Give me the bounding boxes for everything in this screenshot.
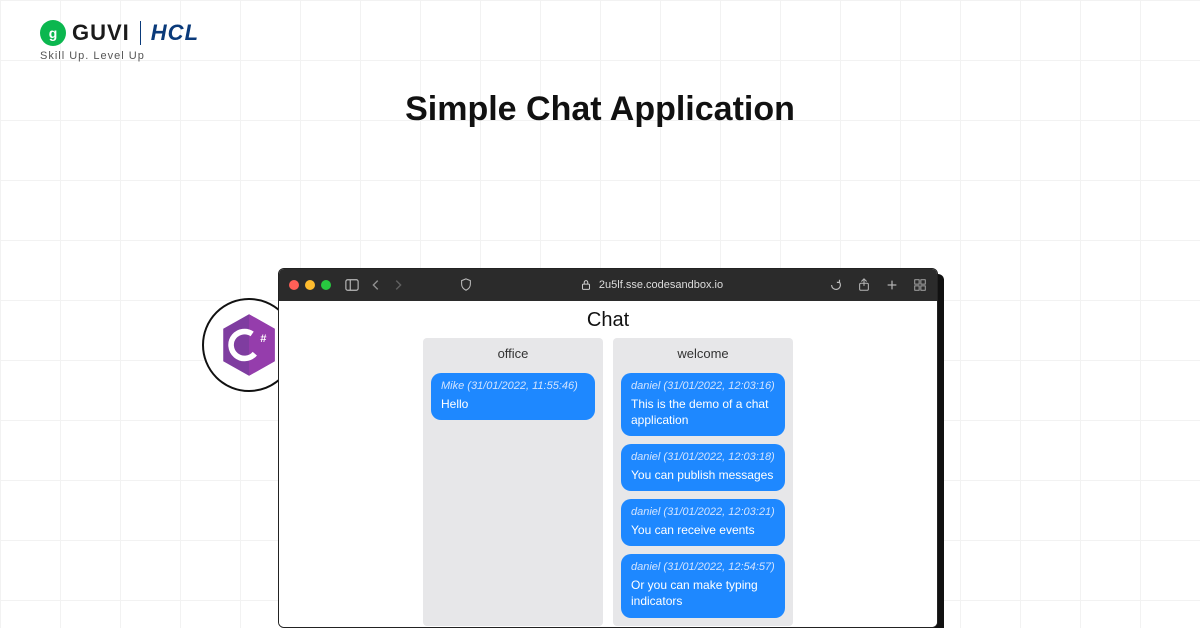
new-tab-icon[interactable] [885, 278, 899, 292]
browser-window: 2u5lf.sse.codesandbox.io Chat office Mik… [278, 268, 938, 628]
forward-icon[interactable] [391, 278, 405, 292]
message-meta: Mike (31/01/2022, 11:55:46) [441, 379, 585, 394]
chat-message: daniel (31/01/2022, 12:03:21) You can re… [621, 499, 785, 546]
logo-divider [140, 21, 141, 45]
window-controls[interactable] [289, 280, 331, 290]
panel-title: office [431, 346, 595, 365]
message-body: Or you can make typing indicators [631, 578, 758, 608]
lock-icon [579, 278, 593, 292]
url-text: 2u5lf.sse.codesandbox.io [599, 279, 723, 291]
chat-message: Mike (31/01/2022, 11:55:46) Hello [431, 373, 595, 420]
message-meta: daniel (31/01/2022, 12:54:57) [631, 560, 775, 575]
address-bar[interactable]: 2u5lf.sse.codesandbox.io [487, 278, 815, 292]
svg-text:#: # [260, 333, 267, 345]
chat-message: daniel (31/01/2022, 12:54:57) Or you can… [621, 554, 785, 617]
browser-titlebar: 2u5lf.sse.codesandbox.io [279, 269, 937, 301]
chat-heading: Chat [587, 309, 629, 332]
message-meta: daniel (31/01/2022, 12:03:16) [631, 379, 775, 394]
reload-icon[interactable] [829, 278, 843, 292]
panel-title: welcome [621, 346, 785, 365]
tabs-grid-icon[interactable] [913, 278, 927, 292]
guvi-logo: g GUVI [40, 20, 130, 46]
guvi-wordmark: GUVI [72, 20, 130, 46]
sidebar-toggle-icon[interactable] [345, 278, 359, 292]
toolbar-left [345, 278, 405, 292]
back-icon[interactable] [369, 278, 383, 292]
chat-panel-office: office Mike (31/01/2022, 11:55:46) Hello [423, 338, 603, 626]
minimize-icon[interactable] [305, 280, 315, 290]
chat-panels: office Mike (31/01/2022, 11:55:46) Hello… [423, 338, 793, 626]
shield-icon[interactable] [459, 278, 473, 292]
page-title: Simple Chat Application [0, 90, 1200, 129]
chat-message: daniel (31/01/2022, 12:03:16) This is th… [621, 373, 785, 436]
chat-message: daniel (31/01/2022, 12:03:18) You can pu… [621, 444, 785, 491]
brand-logo-block: g GUVI HCL Skill Up. Level Up [40, 20, 199, 62]
browser-viewport: Chat office Mike (31/01/2022, 11:55:46) … [279, 301, 937, 627]
maximize-icon[interactable] [321, 280, 331, 290]
brand-logo-row: g GUVI HCL [40, 20, 199, 46]
message-body: This is the demo of a chat application [631, 397, 768, 427]
close-icon[interactable] [289, 280, 299, 290]
message-body: Hello [441, 397, 468, 411]
csharp-icon: # [221, 313, 277, 377]
message-meta: daniel (31/01/2022, 12:03:21) [631, 505, 775, 520]
message-body: You can publish messages [631, 468, 773, 482]
hcl-wordmark: HCL [151, 20, 199, 46]
guvi-icon: g [40, 20, 66, 46]
nav-buttons [369, 278, 405, 292]
share-icon[interactable] [857, 278, 871, 292]
message-meta: daniel (31/01/2022, 12:03:18) [631, 450, 775, 465]
message-body: You can receive events [631, 523, 755, 537]
brand-tagline: Skill Up. Level Up [40, 50, 199, 62]
toolbar-right [857, 278, 927, 292]
chat-panel-welcome: welcome daniel (31/01/2022, 12:03:16) Th… [613, 338, 793, 626]
